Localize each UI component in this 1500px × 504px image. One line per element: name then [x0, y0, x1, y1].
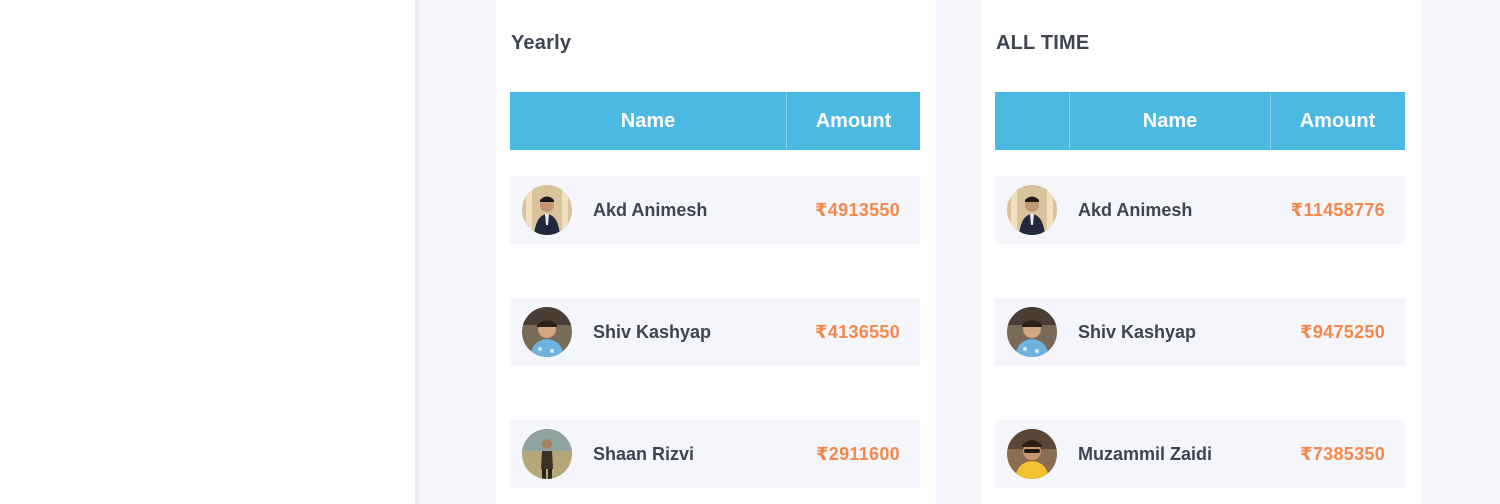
table-row[interactable]: Muzammil Zaidi ₹7385350 — [995, 420, 1405, 488]
row-name: Akd Animesh — [1078, 199, 1193, 220]
row-amount: ₹4136550 — [815, 321, 900, 342]
row-name: Akd Animesh — [593, 199, 708, 220]
person-blue-shirt-avatar-icon — [522, 307, 572, 357]
person-suit-avatar-icon — [1007, 185, 1057, 235]
row-amount: ₹9475250 — [1300, 321, 1385, 342]
row-amount: ₹4913550 — [815, 199, 900, 220]
card-title: Yearly — [511, 32, 572, 54]
yearly-leaderboard-card: Yearly Name Amount Akd Animesh ₹4913550 — [496, 0, 936, 504]
table-row[interactable]: Shiv Kashyap ₹9475250 — [995, 298, 1405, 366]
person-blue-shirt-avatar-icon — [1007, 307, 1057, 357]
table-row[interactable]: Akd Animesh ₹11458776 — [995, 176, 1405, 244]
table-row[interactable]: Shaan Rizvi ₹2911600 — [510, 420, 920, 488]
avatar — [1007, 429, 1057, 479]
row-name: Muzammil Zaidi — [1078, 443, 1213, 464]
person-outdoor-avatar-icon — [522, 429, 572, 479]
column-header-amount: Amount — [815, 109, 892, 132]
row-name: Shaan Rizvi — [593, 443, 695, 464]
person-suit-avatar-icon — [522, 185, 572, 235]
table-header: Name Amount — [510, 92, 920, 150]
row-name: Shiv Kashyap — [1078, 321, 1197, 342]
table-row[interactable]: Akd Animesh ₹4913550 — [510, 176, 920, 244]
column-header-name: Name — [510, 92, 787, 150]
column-header-avatar — [995, 92, 1070, 150]
column-header-amount: Amount — [1299, 109, 1376, 132]
row-amount: ₹7385350 — [1300, 443, 1385, 464]
sidebar-panel — [0, 0, 415, 504]
column-header-name: Name — [1070, 92, 1271, 150]
alltime-leaderboard-card: ALL TIME Name Amount Akd Animesh ₹114587… — [981, 0, 1421, 504]
avatar — [522, 307, 572, 357]
row-amount: ₹2911600 — [815, 443, 900, 464]
avatar — [522, 185, 572, 235]
avatar — [1007, 307, 1057, 357]
table-header: Name Amount — [995, 92, 1405, 150]
card-title: ALL TIME — [996, 32, 1090, 54]
avatar — [1007, 185, 1057, 235]
row-amount: ₹11458776 — [1290, 199, 1385, 220]
avatar — [522, 429, 572, 479]
person-sunglasses-avatar-icon — [1007, 429, 1057, 479]
table-row[interactable]: Shiv Kashyap ₹4136550 — [510, 298, 920, 366]
row-name: Shiv Kashyap — [593, 321, 712, 342]
